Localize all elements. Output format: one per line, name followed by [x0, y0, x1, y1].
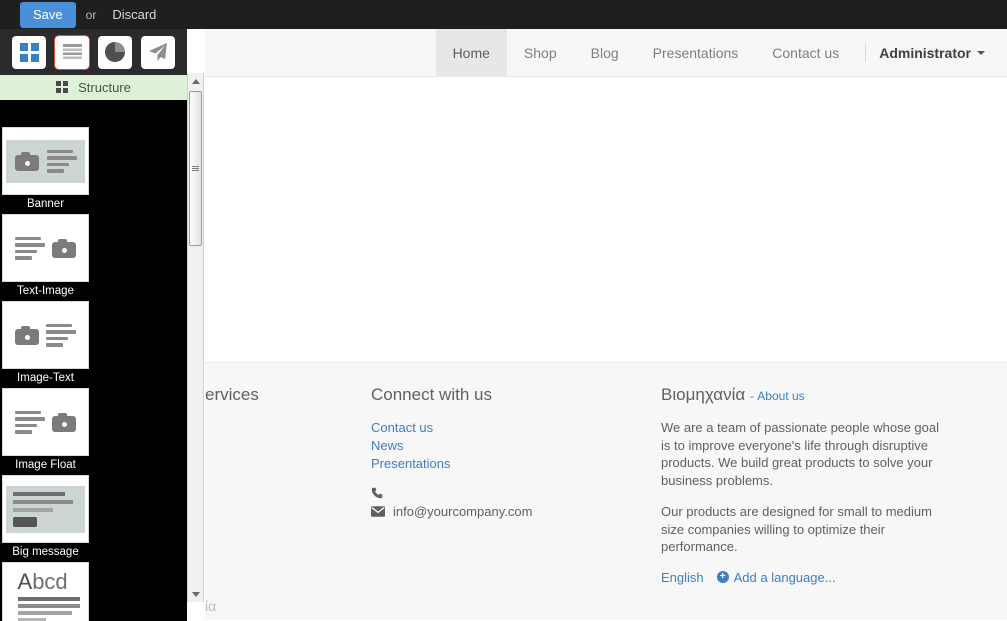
abcd-a: A: [17, 568, 33, 594]
scroll-down-arrow-icon[interactable]: [188, 586, 203, 602]
chevron-down-icon: [977, 50, 985, 55]
footer-link-contact-us[interactable]: Contact us: [371, 419, 651, 437]
block-thumb-image-text: [2, 301, 89, 369]
scroll-up-arrow-icon[interactable]: [188, 73, 203, 89]
block-label: Text-Image: [17, 285, 74, 297]
footer-phone-row: [371, 487, 651, 499]
add-language-button[interactable]: + Add a language...: [716, 569, 836, 585]
app-root: Save or Discard Structure Banner Text-Im…: [0, 0, 1007, 621]
grid-blocks-glyph: [19, 42, 39, 62]
save-button[interactable]: Save: [20, 1, 76, 28]
nav-link-blog[interactable]: Blog: [574, 29, 636, 76]
block-item-text-block[interactable]: Abcd Text Block: [2, 562, 93, 621]
paper-plane-icon[interactable]: [141, 35, 175, 69]
nav-link-contact-us[interactable]: Contact us: [755, 29, 856, 76]
text-lines-icon: [15, 410, 45, 434]
envelope-icon: [371, 506, 385, 518]
footer-language-row: English + Add a language...: [661, 570, 951, 585]
text-image-art: [3, 215, 88, 281]
pie-chart-icon[interactable]: [98, 35, 132, 69]
image-float-art: [3, 389, 88, 455]
phone-icon: [371, 488, 383, 499]
banner-art: [3, 128, 88, 194]
block-thumb-text-block: Abcd: [2, 562, 89, 621]
footer-bottom-text: ία: [205, 598, 217, 614]
vertical-scrollbar[interactable]: [187, 73, 204, 602]
camera-icon: [15, 325, 39, 345]
block-label: Big message: [12, 546, 79, 558]
abcd-rest: bcd: [32, 568, 68, 594]
nav-divider: [865, 43, 867, 62]
site-top-nav: Home Shop Blog Presentations Contact us …: [205, 29, 1007, 77]
footer-about-paragraph-2: Our products are designed for small to m…: [661, 504, 932, 555]
footer-about-link[interactable]: - About us: [750, 389, 805, 403]
footer-about-paragraph-1: We are a team of passionate people whose…: [661, 420, 939, 488]
user-menu-label: Administrator: [879, 44, 971, 61]
grid-blocks-icon[interactable]: [12, 35, 46, 69]
vertical-scroll-thumb[interactable]: [189, 91, 202, 246]
camera-icon: [52, 412, 76, 432]
footer-columns: ervices Connect with us Contact us News …: [205, 385, 1007, 585]
website-preview: Home Shop Blog Presentations Contact us …: [205, 29, 1007, 621]
camera-icon: [14, 151, 39, 171]
structure-header[interactable]: Structure: [0, 75, 187, 100]
plus-circle-icon: +: [716, 571, 729, 584]
footer-column-services: ervices: [205, 385, 371, 585]
block-thumb-image-float: [2, 388, 89, 456]
discard-button[interactable]: Discard: [106, 3, 162, 26]
list-lines-glyph: [62, 43, 82, 59]
text-lines-icon: [46, 323, 76, 347]
list-lines-icon[interactable]: [55, 35, 89, 69]
scroll-grip-icon: [192, 166, 199, 171]
block-thumb-text-image: [2, 214, 89, 282]
text-block-art: Abcd: [12, 568, 80, 621]
text-lines-icon: [15, 236, 45, 260]
block-thumb-banner: [2, 127, 89, 195]
footer-connect-title: Connect with us: [371, 385, 492, 404]
block-item-banner[interactable]: Banner: [2, 127, 93, 214]
add-language-label: Add a language...: [733, 569, 836, 585]
footer-column-about: Βιομηχανία - About us We are a team of p…: [661, 385, 961, 585]
nav-link-presentations[interactable]: Presentations: [636, 29, 756, 76]
paper-plane-glyph: [149, 43, 167, 61]
block-thumb-big-message: [2, 475, 89, 543]
or-label: or: [85, 7, 97, 22]
editor-panel: Structure Banner Text-Image Image-Text I…: [0, 29, 187, 621]
site-content-blank: [205, 77, 1007, 362]
footer-link-presentations[interactable]: Presentations: [371, 455, 651, 473]
block-item-text-image[interactable]: Text-Image: [2, 214, 93, 301]
footer-about-title: Βιομηχανία - About us: [661, 385, 951, 405]
camera-icon: [52, 238, 76, 258]
block-label: Image-Text: [17, 372, 74, 384]
structure-grid-icon: [56, 81, 69, 94]
image-text-art: [3, 302, 88, 368]
footer-email-row: info@yourcompany.com: [371, 504, 651, 519]
user-menu[interactable]: Administrator: [875, 29, 1007, 76]
language-link-english[interactable]: English: [661, 570, 704, 585]
blocks-grid: Banner Text-Image Image-Text Image Float…: [0, 125, 187, 621]
editor-toolbar: [0, 29, 187, 75]
block-item-image-text[interactable]: Image-Text: [2, 301, 93, 388]
block-label: Image Float: [15, 459, 76, 471]
nav-link-home[interactable]: Home: [435, 29, 507, 76]
blocks-scroll-area[interactable]: Banner Text-Image Image-Text Image Float…: [0, 125, 187, 621]
abcd-sample-text: Abcd: [17, 568, 68, 594]
block-item-big-message[interactable]: Big message: [2, 475, 93, 562]
structure-title: Structure: [78, 80, 131, 95]
footer-email-value[interactable]: info@yourcompany.com: [393, 504, 532, 519]
site-footer: ervices Connect with us Contact us News …: [205, 362, 1007, 620]
footer-services-title: ervices: [205, 385, 259, 404]
pie-chart-glyph: [105, 42, 125, 62]
block-label: Banner: [26, 198, 65, 210]
footer-link-news[interactable]: News: [371, 437, 651, 455]
nav-link-shop[interactable]: Shop: [507, 29, 574, 76]
footer-column-connect: Connect with us Contact us News Presenta…: [371, 385, 661, 585]
text-lines-icon: [46, 149, 77, 173]
block-item-image-float[interactable]: Image Float: [2, 388, 93, 475]
save-bar: Save or Discard: [0, 0, 1007, 29]
big-message-art: [3, 476, 88, 542]
footer-about-brand: Βιομηχανία: [661, 385, 746, 404]
